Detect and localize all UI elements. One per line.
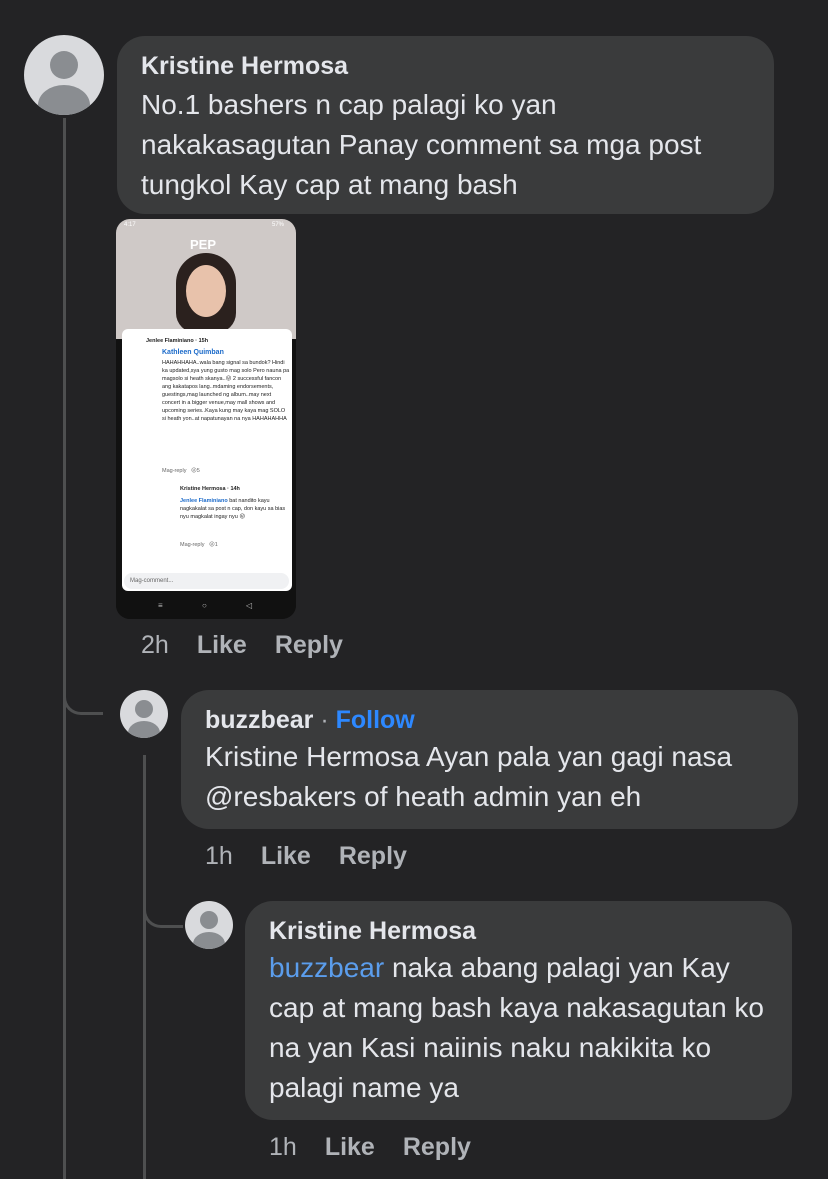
avatar-head [200, 911, 218, 929]
comment-actions: 1h Like Reply [269, 1133, 471, 1162]
attachment-nav-bar: ≡ ○ ◁ [116, 595, 296, 619]
comment-timestamp: 1h [269, 1133, 297, 1161]
comment-author-line: buzzbear · Follow [205, 706, 774, 735]
avatar-body [38, 85, 90, 115]
attachment-c1-author: Jenlee Flaminiano · 15h [146, 338, 209, 344]
avatar-body [193, 932, 225, 949]
comment-text: No.1 bashers n cap palagi ko yan nakakas… [141, 89, 702, 200]
reply-button[interactable]: Reply [275, 631, 343, 659]
attachment-back-icon: ◁ [246, 601, 253, 610]
avatar[interactable] [120, 690, 168, 738]
comment-bubble: Kristine Hermosa buzzbear naka abang pal… [245, 901, 792, 1120]
attachment-header: 4:17 57% PEP [116, 219, 296, 339]
comment-timestamp: 1h [205, 842, 233, 870]
cropped-previous-text [300, 0, 360, 4]
avatar-head [135, 700, 153, 718]
like-button[interactable]: Like [261, 842, 311, 870]
attachment-c2-actions: Mag-reply 😜1 [180, 542, 218, 548]
attachment-c2-author-name: Kristine Hermosa [180, 486, 226, 492]
comment-actions: 1h Like Reply [205, 842, 407, 871]
avatar[interactable] [24, 35, 104, 115]
attachment-c2-mention: Jenlee Flaminiano [180, 498, 228, 504]
comment-timestamp: 2h [141, 631, 169, 659]
thread-line-reply [143, 755, 146, 1179]
comment-bubble: buzzbear · Follow Kristine Hermosa Ayan … [181, 690, 798, 829]
comment-attachment-image[interactable]: 4:17 57% PEP Jenlee Flaminiano · 15h Kat… [116, 219, 296, 619]
attachment-c1-time: 15h [198, 338, 209, 344]
comment-text: buzzbear naka abang palagi yan Kay cap a… [269, 948, 768, 1108]
attachment-menu-icon: ≡ [158, 601, 163, 610]
thread-connector-1 [63, 640, 103, 715]
reply-button[interactable]: Reply [403, 1133, 471, 1161]
attachment-photo-face [186, 265, 226, 317]
comment-text: Kristine Hermosa Ayan pala yan gagi nasa… [205, 741, 733, 812]
avatar-body [128, 721, 160, 738]
like-button[interactable]: Like [197, 631, 247, 659]
comment-bubble: Kristine Hermosa No.1 bashers n cap pala… [117, 36, 774, 214]
reply-button[interactable]: Reply [339, 842, 407, 870]
attachment-home-icon: ○ [202, 601, 207, 610]
avatar[interactable] [185, 901, 233, 949]
comment-author[interactable]: Kristine Hermosa [269, 917, 768, 946]
attachment-status-battery: 57% [272, 222, 285, 228]
attachment-c1-count: 5 [196, 468, 200, 474]
attachment-c2-reply: Mag-reply [180, 542, 205, 548]
avatar-head [50, 51, 78, 79]
comment-author[interactable]: buzzbear [205, 706, 313, 734]
attachment-c2-author: Kristine Hermosa · 14h [180, 486, 240, 492]
separator-dot: · [320, 706, 329, 734]
attachment-c2-time: 14h [230, 486, 240, 492]
thread-connector-2 [143, 860, 183, 928]
like-button[interactable]: Like [325, 1133, 375, 1161]
attachment-c1-mention: Kathleen Quimban [162, 349, 224, 356]
attachment-status-time: 4:17 [124, 222, 136, 228]
attachment-c2-count: 1 [214, 542, 218, 548]
attachment-logo: PEP [190, 237, 217, 252]
attachment-c1-text: HAHAHHAHA..wala bang signal sa bundok? H… [162, 360, 290, 422]
follow-button[interactable]: Follow [336, 706, 415, 734]
comment-mention[interactable]: buzzbear [269, 952, 384, 983]
attachment-comment-card: Jenlee Flaminiano · 15h Kathleen Quimban… [122, 329, 292, 591]
attachment-c1-reply: Mag-reply [162, 468, 187, 474]
attachment-c1-author-name: Jenlee Flaminiano [146, 338, 194, 344]
comment-actions: 2h Like Reply [141, 631, 343, 660]
comment-author[interactable]: Kristine Hermosa [141, 52, 750, 81]
attachment-c2-text: Jenlee Flaminiano bat nandito kayu nagka… [180, 497, 290, 521]
attachment-c1-actions: Mag-reply 😜5 [162, 468, 200, 474]
attachment-comment-input: Mag-comment... [124, 573, 289, 589]
